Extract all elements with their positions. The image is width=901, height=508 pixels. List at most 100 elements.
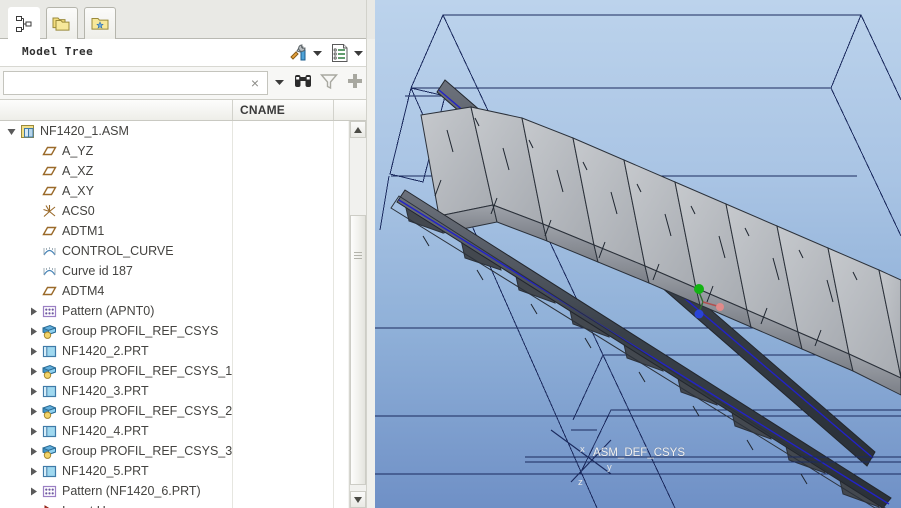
tree-item-a-yz[interactable]: A_YZ (0, 141, 348, 161)
tree-item-label: Group PROFIL_REF_CSYS_1 (62, 364, 233, 378)
twisty-collapsed-icon[interactable] (28, 466, 39, 477)
datum-plane-icon (41, 286, 57, 295)
curve-icon (41, 263, 57, 279)
twisty-expanded-icon (7, 128, 16, 135)
tree-item-a-xy[interactable]: A_XY (0, 181, 348, 201)
twisty-collapsed-icon[interactable] (28, 406, 39, 417)
tree-item-group-profil-ref-csys-2[interactable]: Group PROFIL_REF_CSYS_2 (0, 401, 348, 421)
model-tree-list[interactable]: NF1420_1.ASM A_YZ A_XZ A_XY ACS0 ADTM1 CONTROL… (0, 121, 348, 508)
curve-icon (42, 266, 56, 275)
twisty-collapsed-icon[interactable] (28, 426, 39, 437)
twisty-collapsed-icon (31, 387, 37, 395)
tree-item-label: NF1420_2.PRT (62, 344, 149, 358)
coord-system-icon (42, 204, 55, 217)
search-chevron-down-icon[interactable] (274, 71, 285, 93)
tree-item-nf1420-3-prt[interactable]: NF1420_3.PRT (0, 381, 348, 401)
group-icon (41, 443, 57, 459)
graphics-viewport[interactable]: ASM_DEF_CSYS x y z (375, 0, 901, 508)
twisty-collapsed-icon[interactable] (28, 386, 39, 397)
tree-item-control-curve[interactable]: CONTROL_CURVE (0, 241, 348, 261)
datum-plane-icon (41, 183, 57, 199)
model-tree-panel: Model Tree × CNAME NF1420_1.ASM A_YZ A_X… (0, 0, 375, 508)
tools-settings-icon[interactable] (287, 41, 311, 65)
tree-item-label: Group PROFIL_REF_CSYS (62, 324, 219, 338)
tree-item-adtm1[interactable]: ADTM1 (0, 221, 348, 241)
binoculars-icon[interactable] (292, 70, 314, 92)
scroll-up-button[interactable] (350, 121, 366, 138)
tree-item-label: NF1420_5.PRT (62, 464, 149, 478)
csys-axis-x-label: x (580, 444, 585, 455)
tree-item-label: Pattern (APNT0) (62, 304, 155, 318)
funnel-icon[interactable] (318, 70, 340, 92)
tree-item-label: ADTM1 (62, 224, 105, 238)
tree-item-label: NF1420_3.PRT (62, 384, 149, 398)
column-header-cname[interactable]: CNAME (240, 103, 285, 117)
tree-item-pattern-nf1420-6-prt[interactable]: Pattern (NF1420_6.PRT) (0, 481, 348, 501)
datum-plane-icon (41, 163, 57, 179)
tree-vertical-scrollbar[interactable] (349, 121, 366, 508)
coord-system-icon (41, 203, 57, 219)
tab-favorites[interactable] (84, 7, 116, 39)
group-icon (42, 444, 56, 459)
part-icon (41, 383, 57, 399)
settings-chevron-down-icon[interactable] (312, 48, 323, 59)
list-columns-icon[interactable] (329, 42, 351, 64)
twisty-collapsed-icon (31, 367, 37, 375)
tree-item-group-profil-ref-csys-3[interactable]: Group PROFIL_REF_CSYS_3 (0, 441, 348, 461)
part-icon (41, 463, 57, 479)
tree-item-nf1420-1-asm[interactable]: NF1420_1.ASM (0, 121, 348, 141)
tree-item-insert-here[interactable]: Insert Here (0, 501, 348, 508)
column-divider[interactable] (232, 100, 233, 120)
csys-axis-y-label: y (607, 462, 612, 473)
column-divider[interactable] (333, 100, 334, 120)
plus-icon[interactable] (344, 70, 366, 92)
twisty-collapsed-icon (31, 327, 37, 335)
tree-item-a-xz[interactable]: A_XZ (0, 161, 348, 181)
tree-item-acs0[interactable]: ACS0 (0, 201, 348, 221)
tree-item-label: ADTM4 (62, 284, 105, 298)
datum-plane-icon (41, 226, 57, 235)
search-clear-icon[interactable]: × (247, 74, 263, 92)
datum-plane-icon (41, 166, 57, 175)
tree-item-label: A_XZ (62, 164, 94, 178)
tree-item-curve-id-187[interactable]: Curve id 187 (0, 261, 348, 281)
drag-handle-triad[interactable] (685, 278, 725, 322)
tree-item-label: Insert Here (62, 504, 124, 508)
part-icon (42, 425, 56, 437)
twisty-collapsed-icon[interactable] (28, 346, 39, 357)
twisty-collapsed-icon[interactable] (28, 306, 39, 317)
columns-chevron-down-icon[interactable] (353, 48, 364, 59)
folders-icon (52, 17, 70, 31)
search-field-wrapper[interactable]: × (3, 71, 268, 95)
twisty-collapsed-icon (31, 307, 37, 315)
panel-right-edge-top (366, 0, 375, 39)
tab-model-tree[interactable] (8, 7, 40, 39)
hierarchy-icon (16, 15, 32, 32)
curve-icon (42, 246, 56, 255)
panel-tabstrip (0, 0, 375, 39)
twisty-expanded-icon[interactable] (6, 126, 17, 137)
scroll-down-button[interactable] (350, 491, 366, 508)
tree-item-nf1420-2-prt[interactable]: NF1420_2.PRT (0, 341, 348, 361)
part-icon (41, 343, 57, 359)
tree-item-label: Curve id 187 (62, 264, 133, 278)
part-icon (42, 385, 56, 397)
pattern-icon (41, 483, 57, 499)
tree-item-group-profil-ref-csys[interactable]: Group PROFIL_REF_CSYS (0, 321, 348, 341)
part-icon (41, 423, 57, 439)
search-input[interactable] (4, 72, 244, 94)
group-icon (41, 363, 57, 379)
tree-item-adtm4[interactable]: ADTM4 (0, 281, 348, 301)
group-icon (42, 404, 56, 419)
twisty-collapsed-icon[interactable] (28, 366, 39, 377)
cad-model-scene (375, 14, 901, 508)
tree-item-nf1420-4-prt[interactable]: NF1420_4.PRT (0, 421, 348, 441)
twisty-collapsed-icon[interactable] (28, 486, 39, 497)
tree-item-pattern-apnt0[interactable]: Pattern (APNT0) (0, 301, 348, 321)
part-icon (42, 465, 56, 477)
tree-item-group-profil-ref-csys-1[interactable]: Group PROFIL_REF_CSYS_1 (0, 361, 348, 381)
tab-folder-browser[interactable] (46, 7, 78, 39)
twisty-collapsed-icon[interactable] (28, 326, 39, 337)
tree-item-nf1420-5-prt[interactable]: NF1420_5.PRT (0, 461, 348, 481)
twisty-collapsed-icon[interactable] (28, 446, 39, 457)
